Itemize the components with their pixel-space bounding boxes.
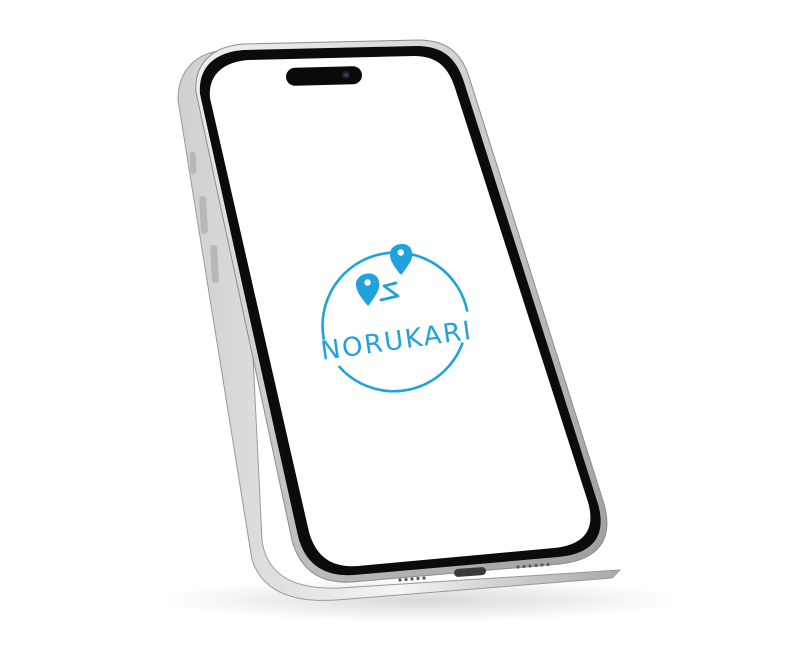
mockup-stage: NORUKARI xyxy=(0,0,800,652)
dynamic-island xyxy=(286,66,362,86)
action-button xyxy=(189,152,197,174)
phone-device: NORUKARI xyxy=(160,39,680,622)
